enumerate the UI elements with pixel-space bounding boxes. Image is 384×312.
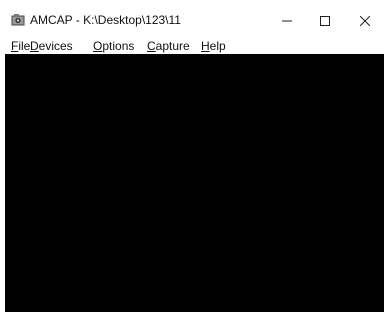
menu-help-mnemonic: H <box>201 39 210 53</box>
menu-capture[interactable]: Capture <box>147 39 190 53</box>
window-title: AMCAP - K:\Desktop\123\11 <box>30 13 181 27</box>
menu-options-mnemonic: O <box>93 39 103 53</box>
menu-help[interactable]: Help <box>201 39 226 53</box>
minimize-icon <box>282 20 292 22</box>
camera-app-icon <box>11 14 25 26</box>
menu-options[interactable]: Options <box>93 39 134 53</box>
maximize-button[interactable] <box>310 10 340 32</box>
title-bar[interactable]: AMCAP - K:\Desktop\123\11 <box>0 0 384 38</box>
minimize-button[interactable] <box>272 10 302 32</box>
menu-file[interactable]: File <box>11 39 30 53</box>
close-icon <box>360 16 370 26</box>
close-button[interactable] <box>350 10 380 32</box>
menu-capture-mnemonic: C <box>147 39 156 53</box>
menu-help-label: elp <box>209 39 226 53</box>
maximize-icon <box>320 16 330 26</box>
menu-devices-mnemonic: D <box>30 39 39 53</box>
menu-devices-label: evices <box>38 39 73 53</box>
menu-options-label: ptions <box>102 39 135 53</box>
menu-bar: File Devices Options Capture Help <box>0 38 384 54</box>
video-preview-area[interactable] <box>5 54 384 312</box>
menu-file-label: ile <box>18 39 31 53</box>
amcap-window: AMCAP - K:\Desktop\123\11 File Devices O… <box>0 0 384 312</box>
menu-capture-label: apture <box>155 39 190 53</box>
menu-devices[interactable]: Devices <box>30 39 73 53</box>
